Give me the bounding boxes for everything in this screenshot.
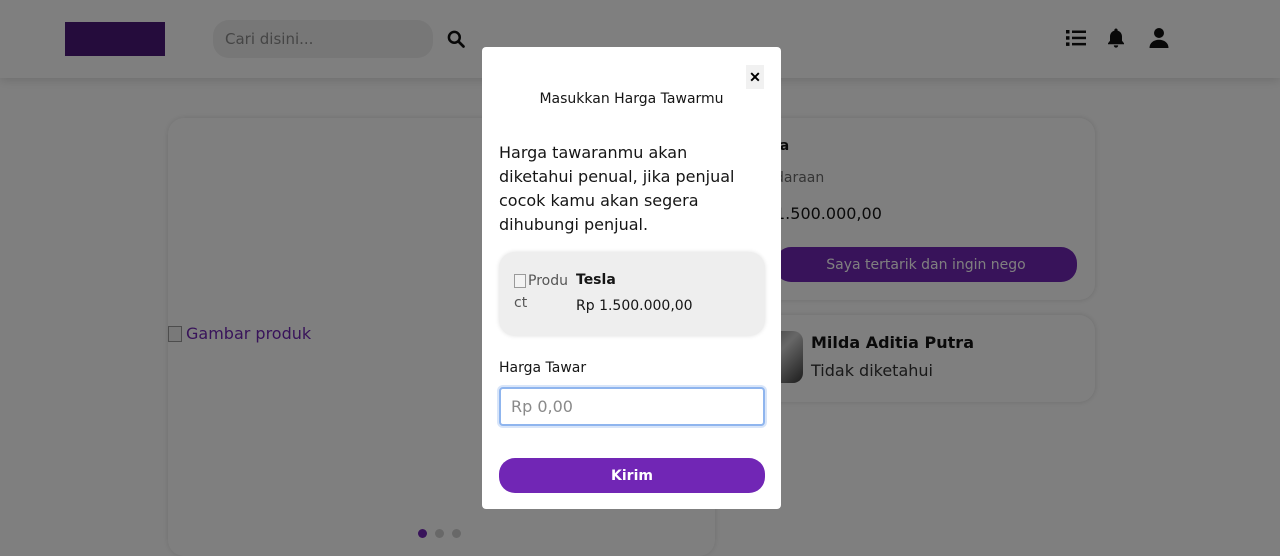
offer-price-input[interactable] [499, 387, 765, 426]
modal-product-card: Product Tesla Rp 1.500.000,00 [499, 252, 765, 336]
modal-title: Masukkan Harga Tawarmu [539, 91, 724, 107]
close-button[interactable]: ✕ [746, 65, 764, 89]
close-icon: ✕ [749, 68, 761, 85]
broken-image-icon [514, 274, 526, 288]
offer-price-label: Harga Tawar [499, 360, 587, 376]
offer-price-modal: ✕ Masukkan Harga Tawarmu Harga tawaranmu… [482, 47, 781, 509]
modal-description: Harga tawaranmu akan diketahui penual, j… [499, 143, 735, 234]
submit-button[interactable]: Kirim [499, 458, 765, 493]
modal-product-name: Tesla [576, 272, 616, 288]
modal-product-image: Product [514, 270, 568, 314]
modal-product-price: Rp 1.500.000,00 [576, 298, 693, 314]
